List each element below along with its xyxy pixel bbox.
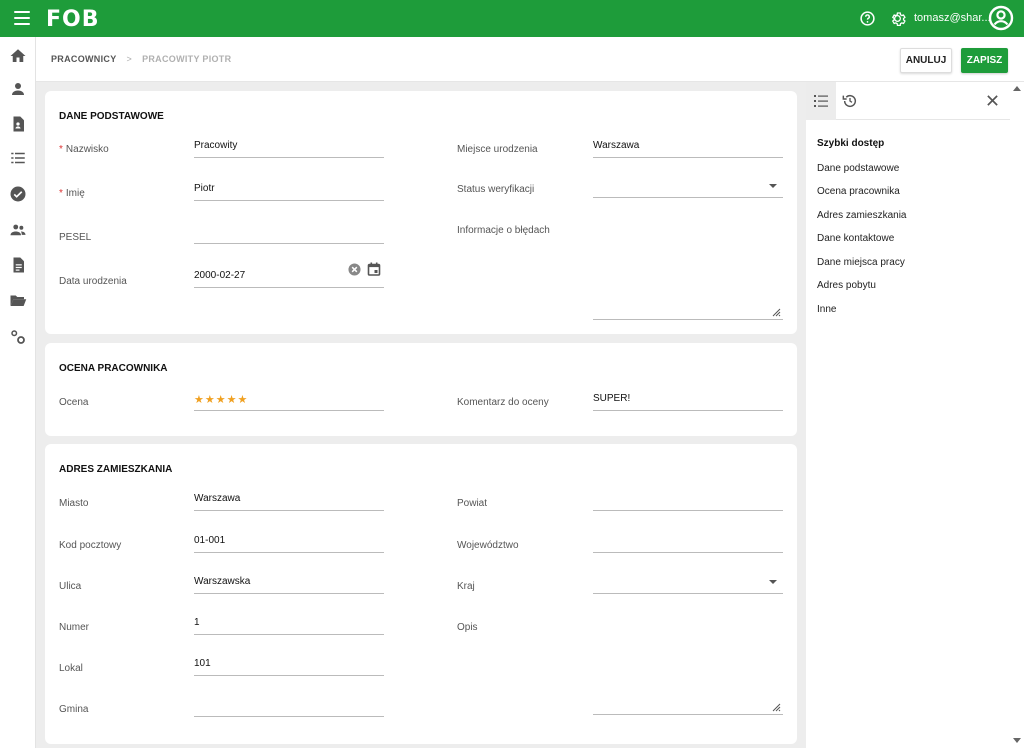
postal-field[interactable]: 01-001 bbox=[194, 531, 384, 553]
quick-link[interactable]: Dane podstawowe bbox=[817, 163, 899, 174]
county-label: Powiat bbox=[457, 498, 488, 509]
surname-label: * Nazwisko bbox=[59, 144, 109, 155]
breadcrumb-root[interactable]: PRACOWNICY bbox=[51, 54, 117, 64]
home-icon[interactable] bbox=[9, 47, 27, 65]
clear-icon[interactable] bbox=[348, 263, 361, 276]
country-select[interactable] bbox=[593, 572, 783, 594]
postal-label: Kod pocztowy bbox=[59, 540, 122, 551]
desc-textarea[interactable] bbox=[593, 619, 783, 715]
check-circle-icon[interactable] bbox=[9, 185, 27, 203]
desc-label: Opis bbox=[457, 622, 478, 633]
app-logo[interactable]: FOB bbox=[46, 7, 100, 32]
top-bar: FOB tomasz@shar... bbox=[0, 0, 1024, 37]
flat-label: Lokal bbox=[59, 663, 83, 674]
settings-cogs-icon[interactable] bbox=[9, 328, 27, 346]
list-icon[interactable] bbox=[9, 149, 27, 167]
rating-card: OCENA PRACOWNIKA Ocena ★★★★★ Komentarz d… bbox=[45, 343, 797, 436]
breadcrumb: PRACOWNICY > PRACOWITY PIOTR bbox=[51, 54, 231, 64]
rating-label: Ocena bbox=[59, 397, 89, 408]
commune-label: Gmina bbox=[59, 704, 89, 715]
scroll-up-icon[interactable] bbox=[1013, 86, 1021, 91]
country-label: Kraj bbox=[457, 581, 475, 592]
city-field[interactable]: Warszawa bbox=[194, 489, 384, 511]
chevron-down-icon bbox=[769, 580, 777, 584]
quick-link[interactable]: Adres zamieszkania bbox=[817, 210, 906, 221]
star-icon[interactable]: ★★★★★ bbox=[194, 393, 248, 406]
calendar-icon[interactable] bbox=[367, 262, 381, 276]
list-icon bbox=[814, 95, 828, 107]
people-icon[interactable] bbox=[9, 221, 27, 239]
chevron-down-icon bbox=[769, 184, 777, 188]
county-field[interactable] bbox=[593, 489, 783, 511]
number-label: Numer bbox=[59, 622, 90, 633]
scroll-down-icon[interactable] bbox=[1013, 738, 1021, 743]
name-label: * Imię bbox=[59, 188, 85, 199]
tab-quick-access[interactable] bbox=[806, 82, 836, 120]
section-title: OCENA PRACOWNIKA bbox=[59, 363, 168, 374]
cancel-button[interactable]: ANULUJ bbox=[900, 48, 952, 73]
hamburger-icon[interactable] bbox=[14, 11, 30, 25]
scrollbar[interactable] bbox=[1010, 82, 1024, 748]
required-marker: * bbox=[59, 188, 63, 199]
required-marker: * bbox=[59, 144, 63, 155]
commune-field[interactable] bbox=[194, 695, 384, 717]
resize-grip-icon[interactable] bbox=[771, 307, 781, 317]
city-label: Miasto bbox=[59, 498, 89, 509]
pesel-label: PESEL bbox=[59, 232, 92, 243]
folder-icon[interactable] bbox=[9, 291, 27, 309]
chevron-right-icon: > bbox=[126, 54, 133, 64]
sidebar bbox=[0, 37, 36, 748]
main-content: DANE PODSTAWOWE * Nazwisko Pracowity * Imi… bbox=[36, 82, 806, 748]
user-email[interactable]: tomasz@shar... bbox=[914, 12, 991, 24]
person-icon[interactable] bbox=[9, 80, 27, 98]
resize-grip-icon[interactable] bbox=[771, 702, 781, 712]
quick-access-title: Szybki dostęp bbox=[817, 138, 885, 149]
birthdate-field[interactable]: 2000-02-27 bbox=[194, 262, 384, 288]
errors-label: Informacje o błędach bbox=[457, 225, 550, 236]
history-icon[interactable] bbox=[842, 93, 858, 109]
verification-label: Status weryfikacji bbox=[457, 184, 535, 195]
flat-field[interactable]: 101 bbox=[194, 654, 384, 676]
section-title: DANE PODSTAWOWE bbox=[59, 111, 164, 122]
address-card: ADRES ZAMIESZKANIA Miasto Warszawa Kod p… bbox=[45, 444, 797, 744]
document-person-icon[interactable] bbox=[9, 115, 27, 133]
close-icon[interactable] bbox=[986, 94, 999, 107]
quick-access-panel: Szybki dostęp Dane podstawowe Ocena prac… bbox=[806, 82, 1010, 748]
breadcrumb-bar: PRACOWNICY > PRACOWITY PIOTR ANULUJ ZAPISZ bbox=[36, 37, 1024, 82]
quick-link[interactable]: Dane kontaktowe bbox=[817, 233, 894, 244]
number-field[interactable]: 1 bbox=[194, 613, 384, 635]
surname-field[interactable]: Pracowity bbox=[194, 136, 384, 158]
quick-link[interactable]: Adres pobytu bbox=[817, 280, 876, 291]
province-label: Województwo bbox=[457, 540, 519, 551]
panel-tabs bbox=[806, 82, 1010, 120]
gear-icon[interactable] bbox=[889, 10, 906, 27]
quick-link[interactable]: Inne bbox=[817, 304, 836, 315]
comment-label: Komentarz do oceny bbox=[457, 397, 549, 408]
pesel-field[interactable] bbox=[194, 222, 384, 244]
help-icon[interactable] bbox=[859, 10, 876, 27]
street-field[interactable]: Warszawska bbox=[194, 572, 384, 594]
section-title: ADRES ZAMIESZKANIA bbox=[59, 464, 173, 475]
basic-data-card: DANE PODSTAWOWE * Nazwisko Pracowity * Imi… bbox=[45, 91, 797, 334]
birthplace-label: Miejsce urodzenia bbox=[457, 144, 538, 155]
errors-textarea[interactable] bbox=[593, 227, 783, 320]
breadcrumb-current: PRACOWITY PIOTR bbox=[142, 54, 232, 64]
street-label: Ulica bbox=[59, 581, 82, 592]
verification-select[interactable] bbox=[593, 176, 783, 198]
save-button[interactable]: ZAPISZ bbox=[961, 48, 1008, 73]
name-field[interactable]: Piotr bbox=[194, 179, 384, 201]
quick-link[interactable]: Ocena pracownika bbox=[817, 186, 900, 197]
province-field[interactable] bbox=[593, 531, 783, 553]
birthdate-label: Data urodzenia bbox=[59, 276, 127, 287]
birthplace-field[interactable]: Warszawa bbox=[593, 136, 783, 158]
comment-field[interactable]: SUPER! bbox=[593, 389, 783, 411]
document-icon[interactable] bbox=[9, 256, 27, 274]
rating-stars[interactable]: ★★★★★ bbox=[194, 389, 384, 411]
quick-link[interactable]: Dane miejsca pracy bbox=[817, 257, 905, 268]
account-circle-icon[interactable] bbox=[988, 5, 1014, 31]
